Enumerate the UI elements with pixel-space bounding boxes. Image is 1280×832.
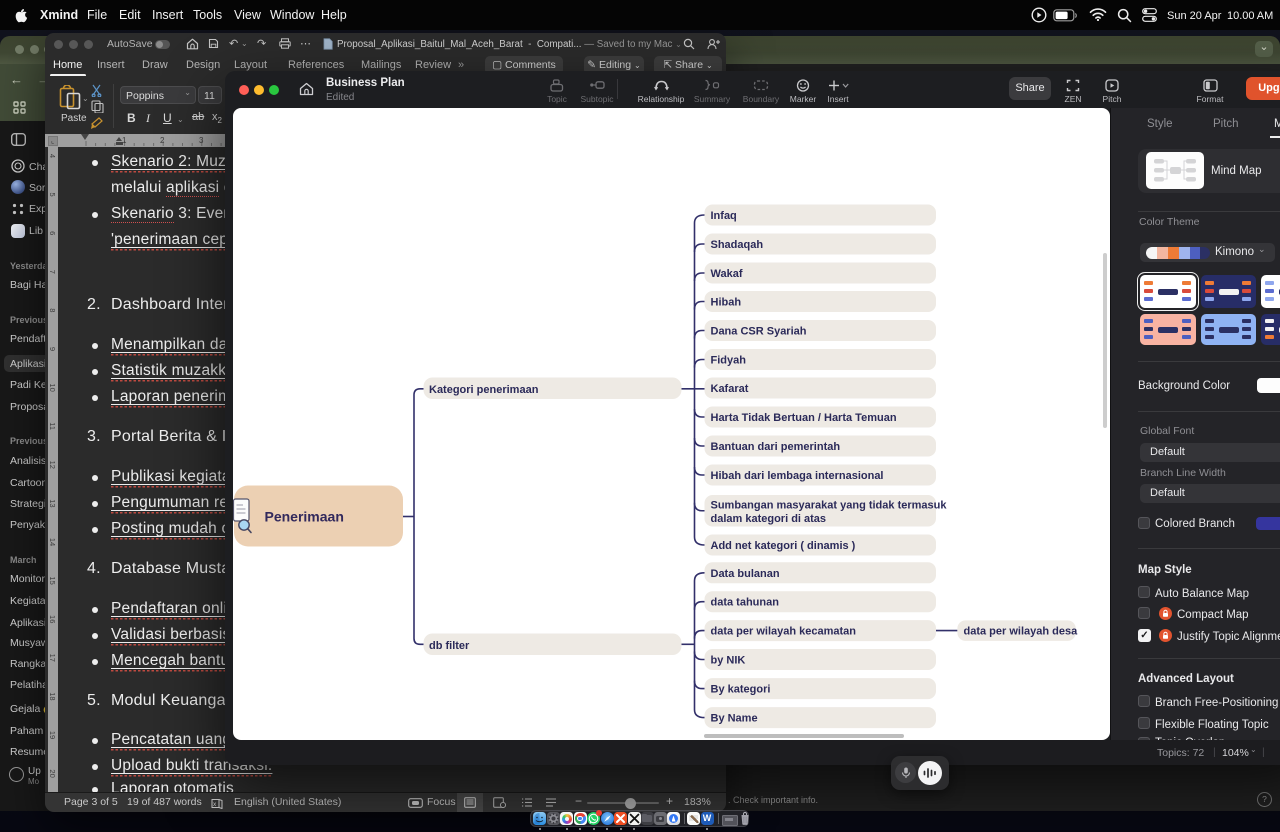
svg-text:9: 9 — [48, 347, 57, 351]
svg-text:Kategori penerimaan: Kategori penerimaan — [429, 384, 539, 396]
svg-text:2: 2 — [160, 136, 165, 145]
svg-text:20: 20 — [48, 769, 57, 777]
svg-text:Hibah: Hibah — [711, 297, 742, 309]
svg-text:data per wilayah kecamatan: data per wilayah kecamatan — [711, 626, 857, 638]
svg-text:19: 19 — [48, 731, 57, 739]
svg-text:Add net kategori ( dinamis ): Add net kategori ( dinamis ) — [711, 540, 856, 552]
svg-text:18: 18 — [48, 692, 57, 700]
svg-text:4: 4 — [48, 154, 57, 158]
svg-text:Infaq: Infaq — [711, 210, 737, 222]
svg-text:By Name: By Name — [711, 713, 758, 725]
svg-text:14: 14 — [48, 538, 57, 546]
svg-text:data tahunan: data tahunan — [711, 597, 780, 609]
svg-text:dalam kategori di atas: dalam kategori di atas — [711, 513, 827, 525]
svg-text:Sumbangan masyarakat yang tida: Sumbangan masyarakat yang tidak termasuk — [711, 500, 948, 512]
svg-text:13: 13 — [48, 499, 57, 507]
svg-text:10: 10 — [48, 383, 57, 391]
svg-text:7: 7 — [48, 270, 57, 274]
svg-text:Fidyah: Fidyah — [711, 355, 747, 367]
svg-text:Dana CSR Syariah: Dana CSR Syariah — [711, 326, 807, 338]
svg-text:15: 15 — [48, 576, 57, 584]
svg-text:Bantuan dari pemerintah: Bantuan dari pemerintah — [711, 441, 841, 453]
svg-text:Hibah dari lembaga internasion: Hibah dari lembaga internasional — [711, 470, 884, 482]
svg-text:data per wilayah desa: data per wilayah desa — [964, 626, 1079, 638]
svg-text:17: 17 — [48, 654, 57, 662]
svg-text:By kategori: By kategori — [711, 684, 771, 696]
svg-text:11: 11 — [48, 422, 57, 430]
svg-text:Shadaqah: Shadaqah — [711, 239, 764, 251]
svg-text:16: 16 — [48, 615, 57, 623]
svg-text:6: 6 — [48, 231, 57, 235]
svg-text:db filter: db filter — [429, 640, 470, 652]
svg-text:Data bulanan: Data bulanan — [711, 568, 780, 580]
svg-text:3: 3 — [199, 136, 204, 145]
svg-text:Harta Tidak Bertuan / Harta Te: Harta Tidak Bertuan / Harta Temuan — [711, 412, 897, 424]
svg-text:Penerimaan: Penerimaan — [265, 509, 344, 525]
svg-text:Kafarat: Kafarat — [711, 383, 749, 395]
svg-text:by NIK: by NIK — [711, 655, 746, 667]
svg-text:8: 8 — [48, 308, 57, 312]
svg-text:x: x — [213, 801, 217, 808]
svg-text:5: 5 — [48, 193, 57, 197]
svg-text:Wakaf: Wakaf — [711, 268, 743, 280]
svg-text:12: 12 — [48, 461, 57, 469]
